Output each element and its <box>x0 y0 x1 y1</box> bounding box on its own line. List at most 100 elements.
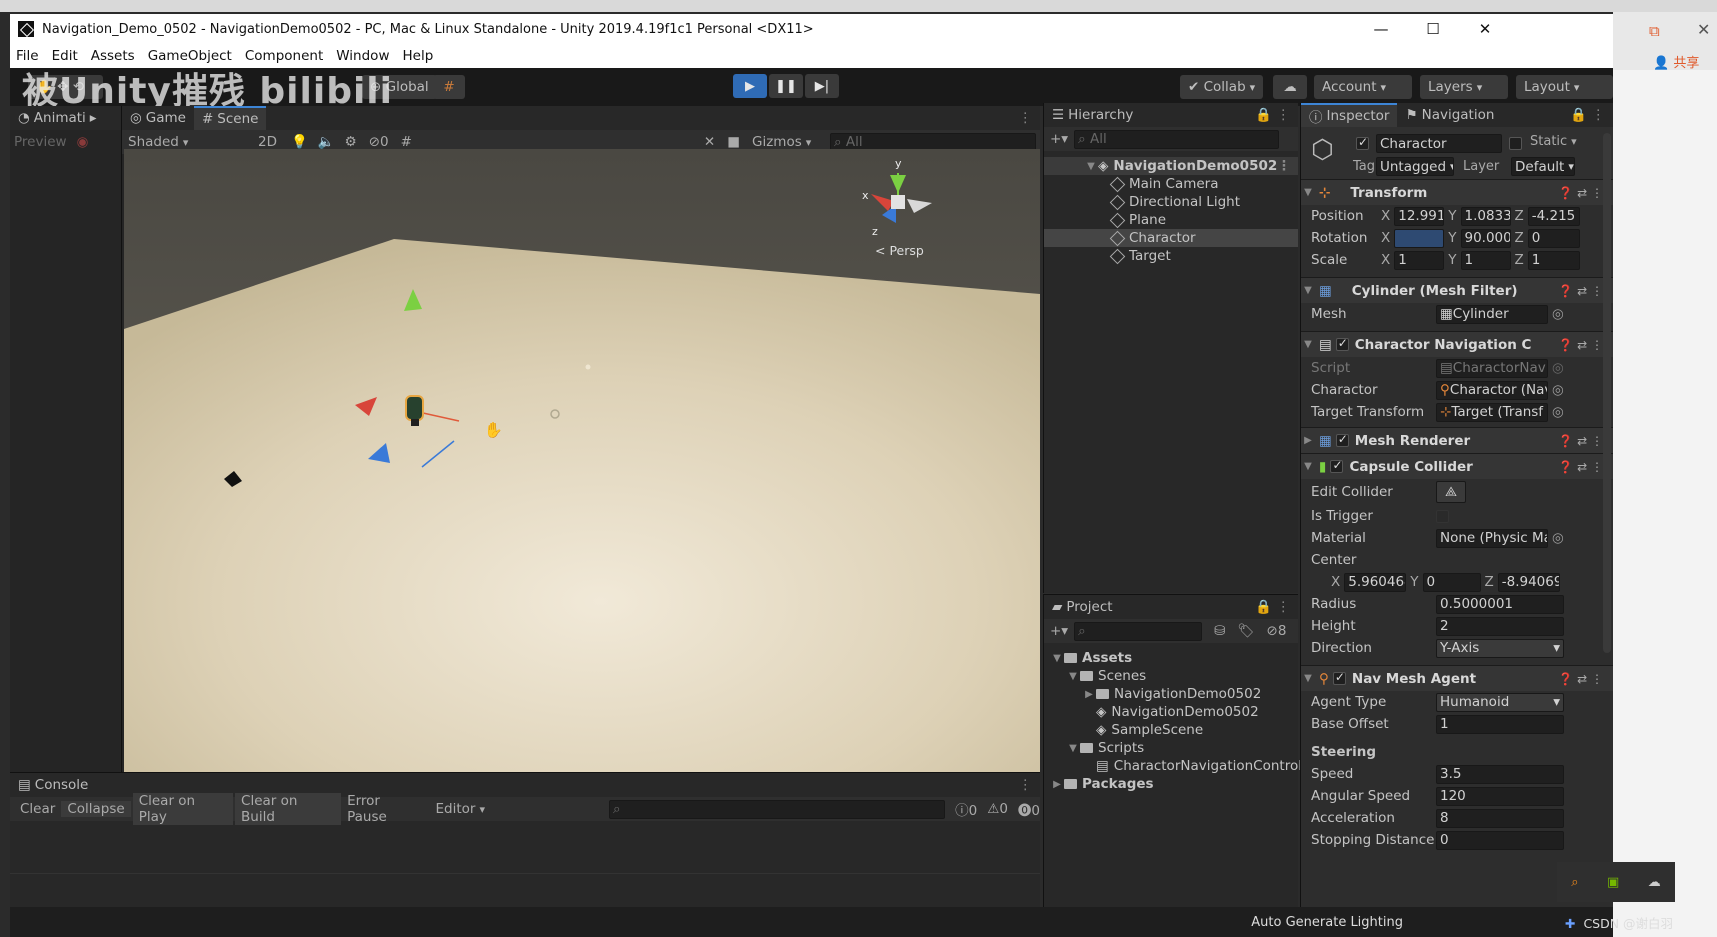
collab-dropdown[interactable]: ✔ Collab <box>1180 75 1264 99</box>
hidden-packages-icon[interactable]: ⊘ <box>1267 623 1278 639</box>
pause-button[interactable]: ❚❚ <box>769 74 803 98</box>
expand-arrow-icon[interactable]: ▼ <box>1066 671 1080 682</box>
direction-dropdown[interactable]: Y-Axis ▾ <box>1436 638 1564 658</box>
cloud-off-icon[interactable]: ☁ <box>1648 875 1661 890</box>
hierarchy-lock-icon[interactable]: 🔒 ⋮ <box>1255 107 1298 123</box>
height-field[interactable]: 2 <box>1436 616 1564 636</box>
tab-console[interactable]: ▤ Console <box>10 773 96 797</box>
menu-help[interactable]: Help <box>402 48 433 64</box>
agent-type-dropdown[interactable]: Humanoid ▾ <box>1436 692 1564 712</box>
object-picker-icon[interactable]: ◎ <box>1552 530 1564 546</box>
scene-menu-icon[interactable]: ⋮ <box>1019 110 1041 126</box>
is-trigger-checkbox[interactable] <box>1436 509 1449 523</box>
nav-script-header[interactable]: ▼▤Charactor Navigation C❓ ⇄ ⋮ <box>1301 331 1613 357</box>
scale-y-field[interactable]: 1 <box>1460 250 1511 270</box>
gizmos-dropdown[interactable]: Gizmos <box>752 134 820 150</box>
hierarchy-item-plane[interactable]: Plane <box>1044 211 1298 229</box>
grid-visibility-icon[interactable]: # <box>401 134 412 150</box>
scene-menu-icon[interactable]: ⋮ <box>1277 158 1299 174</box>
nvidia-icon[interactable]: ▣ <box>1607 875 1619 890</box>
project-item[interactable]: ▼ Assets <box>1044 649 1298 667</box>
project-item[interactable]: ▶ NavigationDemo0502 <box>1044 685 1298 703</box>
restore-icon[interactable]: ⧉ <box>1649 22 1660 40</box>
capsule-enabled-checkbox[interactable] <box>1330 458 1344 473</box>
object-picker-icon[interactable]: ◎ <box>1552 404 1564 420</box>
hierarchy-add-button[interactable]: +▾ <box>1044 131 1074 147</box>
object-name-field[interactable]: Charactor <box>1376 134 1502 153</box>
camera-icon[interactable]: ■ <box>727 134 740 150</box>
project-item[interactable]: ▼ Scripts <box>1044 739 1298 757</box>
expand-arrow-icon[interactable]: ▼ <box>1050 653 1064 664</box>
acceleration-field[interactable]: 8 <box>1436 808 1564 828</box>
nav-mesh-agent-header[interactable]: ▼ ⚲ Nav Mesh Agent ❓ ⇄ ⋮ <box>1301 665 1613 691</box>
inspector-lock-icon[interactable]: 🔒 ⋮ <box>1570 107 1613 123</box>
console-menu-icon[interactable]: ⋮ <box>1019 777 1041 793</box>
active-checkbox[interactable] <box>1356 135 1369 150</box>
project-add-button[interactable]: +▾ <box>1044 623 1074 639</box>
speed-field[interactable]: 3.5 <box>1436 764 1564 784</box>
target-transform-field[interactable]: ⊹ Target (Transf <box>1436 402 1548 422</box>
tab-inspector[interactable]: ⓘ Inspector <box>1301 103 1398 127</box>
perspective-label[interactable]: < Persp <box>875 243 924 258</box>
error-pause-button[interactable]: Error Pause <box>341 793 429 825</box>
hierarchy-search-input[interactable]: ⌕ All <box>1074 129 1280 149</box>
radius-field[interactable]: 0.5000001 <box>1436 594 1564 614</box>
error-count[interactable]: ⓿0 <box>1018 799 1040 819</box>
project-lock-icon[interactable]: 🔒 ⋮ <box>1255 599 1298 615</box>
tab-scene[interactable]: # Scene <box>193 106 267 130</box>
position-y-field[interactable]: 1.0833 <box>1460 206 1511 226</box>
project-item[interactable]: ◈ SampleScene <box>1044 721 1298 739</box>
layers-dropdown[interactable]: Layers <box>1420 75 1508 99</box>
clear-on-play-button[interactable]: Clear on Play <box>132 793 234 825</box>
project-item[interactable]: ◈ NavigationDemo0502 <box>1044 703 1298 721</box>
rotation-y-field[interactable]: 90.000 <box>1460 228 1511 248</box>
layer-dropdown[interactable]: Default <box>1511 157 1575 176</box>
grid-snap-button[interactable]: # <box>433 75 465 99</box>
cloud-button[interactable]: ☁ <box>1273 75 1307 99</box>
close-button[interactable]: ✕ <box>1459 14 1511 44</box>
scale-x-field[interactable]: 1 <box>1394 250 1445 270</box>
warning-count[interactable]: ⚠0 <box>987 801 1008 817</box>
shading-dropdown[interactable]: Shaded <box>122 134 250 150</box>
play-button[interactable]: ▶ <box>733 74 767 98</box>
material-field[interactable]: None (Physic Ma <box>1436 528 1548 548</box>
capsule-collider-header[interactable]: ▼▮Capsule Collider❓ ⇄ ⋮ <box>1301 453 1613 479</box>
edit-collider-button[interactable]: ⟁ <box>1436 481 1466 503</box>
inspector-scrollbar[interactable] <box>1603 133 1611 653</box>
tag-dropdown[interactable]: Untagged <box>1376 157 1454 176</box>
mesh-renderer-header[interactable]: ▶▦Mesh Renderer❓ ⇄ ⋮ <box>1301 427 1613 453</box>
search-icon[interactable]: ⌕ <box>1571 875 1578 890</box>
filter-type-icon[interactable]: ⛁ <box>1214 623 1225 639</box>
mesh-field[interactable]: ▦ Cylinder <box>1436 304 1548 324</box>
clear-button[interactable]: Clear <box>14 801 61 817</box>
center-x-field[interactable]: 5.960464 <box>1344 572 1407 592</box>
stopping-distance-field[interactable]: 0 <box>1436 830 1564 850</box>
object-picker-icon[interactable]: ◎ <box>1552 382 1564 398</box>
filter-label-icon[interactable]: 🏷 <box>1237 623 1254 639</box>
hierarchy-item-directional-light[interactable]: Directional Light <box>1044 193 1298 211</box>
expand-arrow-icon[interactable]: ▶ <box>1082 689 1096 700</box>
position-z-field[interactable]: -4.215 <box>1527 206 1580 226</box>
hierarchy-item-charactor[interactable]: Charactor <box>1044 229 1298 247</box>
hierarchy-item-target[interactable]: Target <box>1044 247 1298 265</box>
collapse-button[interactable]: Collapse <box>61 801 131 817</box>
toggle-2d-button[interactable]: 2D <box>258 134 277 150</box>
mesh-filter-header[interactable]: ▼ ▦ Cylinder (Mesh Filter) ❓ ⇄ ⋮ <box>1301 277 1613 303</box>
tab-project[interactable]: ▰ Project <box>1044 595 1121 619</box>
maximize-button[interactable]: ☐ <box>1407 14 1459 44</box>
component-actions[interactable]: ❓ ⇄ ⋮ <box>1558 672 1613 686</box>
position-x-field[interactable]: 12.991 <box>1394 206 1445 226</box>
minimize-button[interactable]: — <box>1355 14 1407 44</box>
tools-icon[interactable]: ✕ <box>704 134 715 150</box>
center-y-field[interactable]: 0 <box>1422 572 1481 592</box>
tab-game[interactable]: ◎ Game <box>122 106 194 130</box>
mesh-renderer-enabled-checkbox[interactable] <box>1335 432 1349 447</box>
angular-speed-field[interactable]: 120 <box>1436 786 1564 806</box>
expand-arrow-icon[interactable]: ▶ <box>1050 779 1064 790</box>
tab-animation[interactable]: ◔ Animati ▸ <box>10 106 105 130</box>
preview-button[interactable]: Preview <box>14 134 67 150</box>
nav-script-enabled-checkbox[interactable] <box>1335 336 1349 351</box>
hidden-objects-icon[interactable]: ⊘ <box>369 134 380 150</box>
project-search-input[interactable]: ⌕ <box>1074 621 1203 641</box>
object-picker-icon[interactable]: ◎ <box>1552 306 1564 322</box>
